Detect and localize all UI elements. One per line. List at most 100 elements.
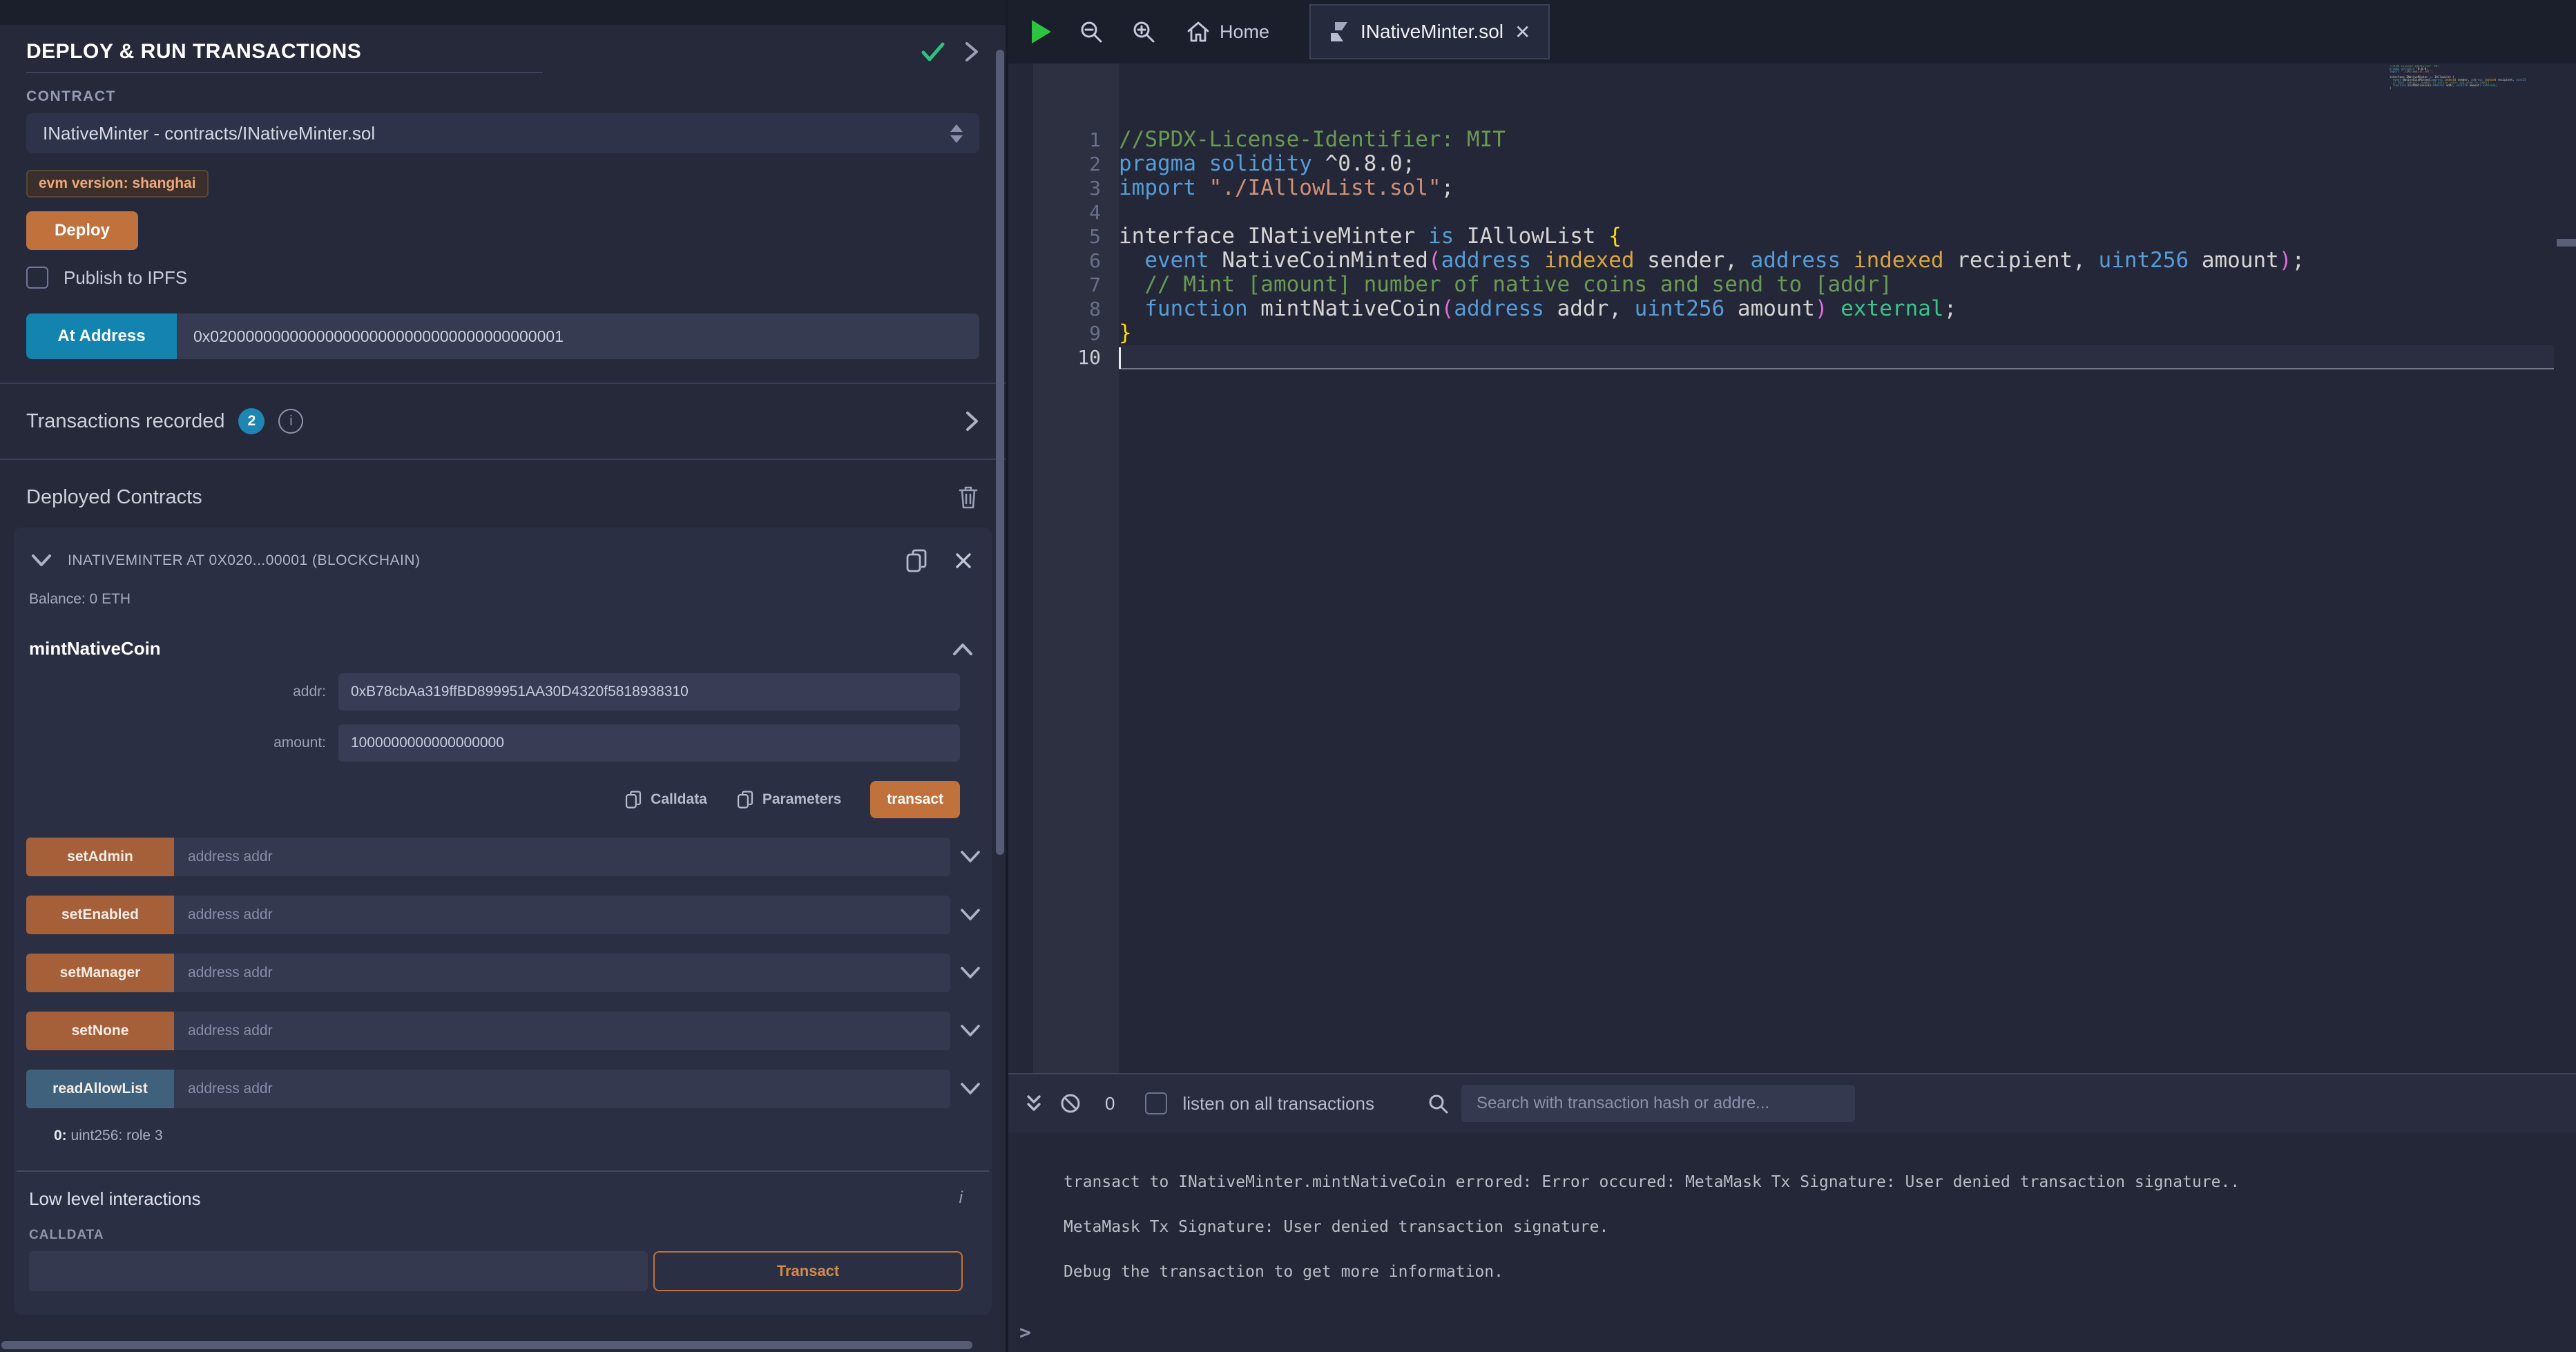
- terminal-prompt[interactable]: >: [1019, 1321, 1031, 1344]
- setAdmin-input[interactable]: [174, 838, 950, 876]
- tab-home[interactable]: Home: [1186, 21, 1269, 43]
- tab-file-label: INativeMinter.sol: [1361, 21, 1503, 43]
- deploy-run-panel: DEPLOY & RUN TRANSACTIONS CONTRACT INati…: [0, 0, 1006, 1352]
- terminal-log-line: Debug the transaction to get more inform…: [1064, 1250, 2576, 1295]
- line-number: 3: [1033, 176, 1119, 200]
- at-address-row: At Address: [26, 313, 979, 359]
- panel-title: DEPLOY & RUN TRANSACTIONS: [26, 40, 361, 64]
- deployed-contract-card: INATIVEMINTER AT 0X020...00001 (BLOCKCHA…: [14, 528, 992, 1315]
- function-action-row: Calldata Parameters transact: [14, 781, 960, 818]
- panel-vertical-scrollbar[interactable]: [996, 50, 1004, 855]
- code-line: function mintNativeCoin(address addr, ui…: [1119, 297, 2305, 321]
- panel-header: DEPLOY & RUN TRANSACTIONS: [26, 36, 979, 68]
- line-number: 7: [1033, 273, 1119, 297]
- addr-field-input[interactable]: [338, 673, 960, 711]
- function-row: setEnabled: [26, 896, 981, 934]
- setAdmin-button[interactable]: setAdmin: [26, 838, 174, 876]
- contract-instance-title: INATIVEMINTER AT 0X020...00001 (BLOCKCHA…: [68, 552, 421, 569]
- expand-function-chevron-icon[interactable]: [960, 1024, 981, 1038]
- publish-ipfs-row: Publish to IPFS: [26, 267, 1006, 289]
- line-number: 4: [1033, 200, 1119, 224]
- copy-icon: [736, 789, 754, 810]
- at-address-button[interactable]: At Address: [26, 313, 177, 359]
- code-line: interface INativeMinter is IAllowList {: [1119, 224, 2305, 249]
- transact-button[interactable]: transact: [870, 781, 960, 818]
- deploy-button[interactable]: Deploy: [26, 211, 138, 250]
- expand-function-chevron-icon[interactable]: [960, 908, 981, 922]
- run-script-play-icon[interactable]: [1032, 20, 1051, 44]
- editor-tab-bar: Home INativeMinter.sol ✕: [1008, 0, 2576, 64]
- panel-horizontal-scrollbar[interactable]: [1, 1341, 972, 1349]
- setEnabled-input[interactable]: [174, 896, 950, 934]
- zoom-in-icon[interactable]: [1131, 19, 1156, 44]
- setNone-button[interactable]: setNone: [26, 1012, 174, 1050]
- transactions-recorded-row[interactable]: Transactions recorded 2 i: [0, 384, 1006, 460]
- copy-parameters-button[interactable]: Parameters: [736, 789, 841, 810]
- trash-icon[interactable]: [957, 485, 979, 510]
- setManager-button[interactable]: setManager: [26, 954, 174, 992]
- clear-console-block-icon[interactable]: [1059, 1092, 1082, 1114]
- contract-collapse-chevron-icon[interactable]: [30, 554, 52, 568]
- expand-function-chevron-icon[interactable]: [960, 850, 981, 864]
- contract-card-header[interactable]: INATIVEMINTER AT 0X020...00001 (BLOCKCHA…: [14, 528, 992, 576]
- divider: [17, 1170, 989, 1172]
- code-line: pragma solidity ^0.8.0;: [1119, 152, 2305, 176]
- collapse-panel-chevron-icon[interactable]: [964, 39, 979, 64]
- transactions-count-badge: 2: [238, 408, 265, 434]
- contract-select[interactable]: INativeMinter - contracts/INativeMinter.…: [26, 113, 979, 153]
- function-row: readAllowList: [26, 1070, 981, 1108]
- search-icon: [1427, 1092, 1449, 1114]
- expand-function-chevron-icon[interactable]: [960, 966, 981, 980]
- compile-success-check-icon: [920, 40, 946, 64]
- function-collapse-chevron-icon[interactable]: [952, 642, 974, 656]
- transactions-info-icon[interactable]: i: [278, 409, 303, 434]
- readAllowList-button[interactable]: readAllowList: [26, 1070, 174, 1108]
- tab-inativeminter-sol[interactable]: INativeMinter.sol ✕: [1309, 4, 1550, 59]
- code-editor[interactable]: 12345678910 //SPDX-License-Identifier: M…: [1008, 64, 2576, 1073]
- line-number: 1: [1033, 128, 1119, 152]
- publish-ipfs-checkbox[interactable]: [26, 267, 48, 289]
- function-rows: setAdmin setEnabled setManager setNone readA…: [14, 838, 992, 1108]
- low-level-title: Low level interactions: [29, 1188, 201, 1210]
- expand-function-chevron-icon[interactable]: [960, 1082, 981, 1096]
- code-line: }: [1119, 321, 2305, 345]
- calldata-input[interactable]: [29, 1251, 648, 1291]
- editor-minimap[interactable]: //SPDX-License-Identifier: MITpragma sol…: [2390, 65, 2526, 93]
- transactions-recorded-label: Transactions recorded: [26, 410, 224, 433]
- amount-field-input[interactable]: [338, 724, 960, 762]
- collapse-terminal-double-chevron-icon[interactable]: [1023, 1092, 1044, 1114]
- open-function-header[interactable]: mintNativeCoin: [29, 638, 974, 659]
- code-line: [1119, 345, 2305, 369]
- code-line: [1119, 200, 2305, 224]
- tab-close-icon[interactable]: ✕: [1515, 21, 1530, 44]
- code-lines[interactable]: //SPDX-License-Identifier: MITpragma sol…: [1119, 128, 2305, 369]
- low-level-transact-button[interactable]: Transact: [653, 1251, 963, 1291]
- low-level-info-icon[interactable]: i: [959, 1188, 963, 1208]
- minimap-line: [2390, 90, 2526, 93]
- line-number: 2: [1033, 152, 1119, 176]
- copy-calldata-label: Calldata: [651, 791, 707, 808]
- setEnabled-button[interactable]: setEnabled: [26, 896, 174, 934]
- code-line: import "./IAllowList.sol";: [1119, 176, 2305, 200]
- setManager-input[interactable]: [174, 954, 950, 992]
- terminal-search-input[interactable]: [1461, 1085, 1855, 1122]
- remove-instance-close-icon[interactable]: [954, 552, 972, 570]
- editor-scrollbar-thumb[interactable]: [2557, 239, 2576, 247]
- code-line: // Mint [amount] number of native coins …: [1119, 273, 2305, 297]
- transactions-expand-chevron-icon[interactable]: [965, 409, 979, 433]
- setNone-input[interactable]: [174, 1012, 950, 1050]
- text-cursor: [1119, 347, 1121, 369]
- copy-calldata-button[interactable]: Calldata: [624, 789, 707, 810]
- code-line: event NativeCoinMinted(address indexed s…: [1119, 249, 2305, 273]
- copy-icon: [624, 789, 642, 810]
- listen-all-transactions-checkbox[interactable]: [1145, 1092, 1167, 1114]
- function-row: setAdmin: [26, 838, 981, 876]
- zoom-out-icon[interactable]: [1079, 19, 1104, 44]
- terminal-output[interactable]: transact to INativeMinter.mintNativeCoin…: [1008, 1132, 2576, 1352]
- copy-address-icon[interactable]: [905, 548, 928, 574]
- publish-ipfs-label: Publish to IPFS: [64, 267, 187, 289]
- readAllowList-input[interactable]: [174, 1070, 950, 1108]
- line-number: 8: [1033, 297, 1119, 321]
- function-row: setManager: [26, 954, 981, 992]
- at-address-input[interactable]: [177, 313, 979, 359]
